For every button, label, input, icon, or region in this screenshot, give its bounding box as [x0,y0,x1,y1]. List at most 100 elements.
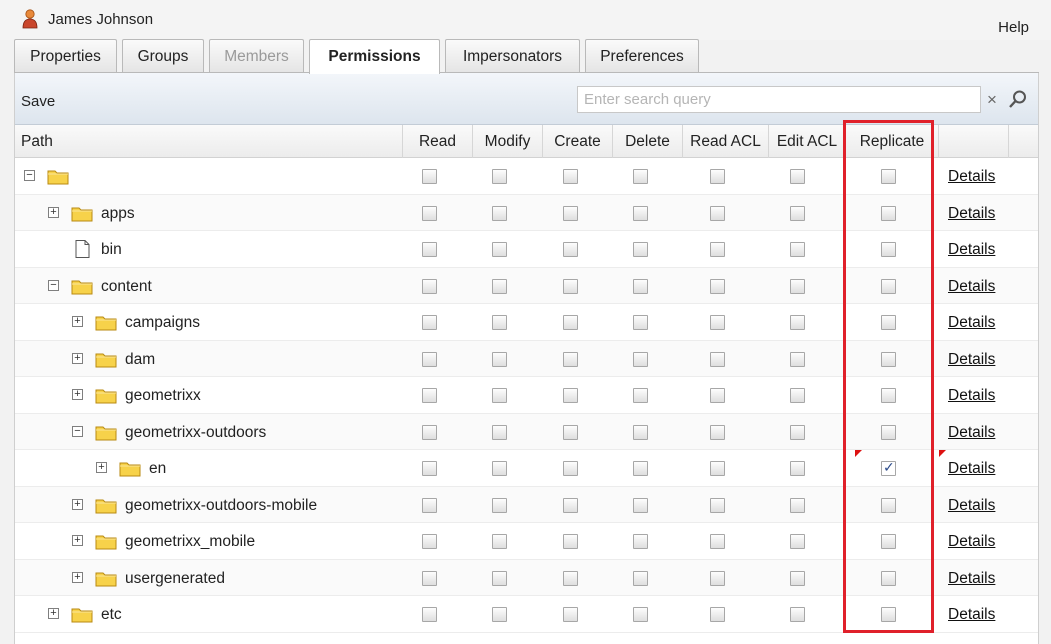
details-link[interactable]: Details [948,168,995,186]
node-label[interactable]: usergenerated [125,570,225,588]
edit-acl-checkbox[interactable] [790,424,805,440]
column-header-edit-acl[interactable]: Edit ACL [769,125,846,158]
replicate-checkbox[interactable] [881,607,896,622]
replicate-checkbox[interactable] [881,497,896,513]
create-checkbox[interactable] [563,242,578,257]
replicate-checkbox[interactable] [881,570,896,586]
node-label[interactable]: geometrixx_mobile [125,533,255,551]
node-label[interactable]: apps [101,205,135,223]
details-link[interactable]: Details [948,278,995,296]
node-label[interactable]: geometrixx-outdoors [125,424,266,442]
expand-icon[interactable]: + [72,498,83,510]
expand-icon[interactable]: + [72,535,83,546]
expand-icon[interactable]: + [48,608,59,619]
replicate-checkbox[interactable] [881,424,896,440]
details-link[interactable]: Details [948,351,995,369]
read-checkbox[interactable] [422,351,437,367]
modify-checkbox[interactable] [492,388,507,403]
column-header-read[interactable]: Read [403,125,473,158]
create-checkbox[interactable] [563,278,578,294]
tab-properties[interactable]: Properties [14,39,117,73]
collapse-icon[interactable]: − [48,279,59,291]
edit-acl-checkbox[interactable] [790,388,805,403]
create-checkbox[interactable] [563,607,578,622]
edit-acl-checkbox[interactable] [790,607,805,622]
details-link[interactable]: Details [948,387,995,405]
read-acl-checkbox[interactable] [710,534,725,549]
node-label[interactable]: bin [101,241,122,259]
replicate-checkbox[interactable] [881,169,896,184]
details-link[interactable]: Details [948,314,995,332]
search-icon[interactable] [1006,86,1030,113]
create-checkbox[interactable] [563,388,578,403]
tab-groups[interactable]: Groups [122,39,204,73]
replicate-checkbox[interactable] [881,459,896,476]
delete-checkbox[interactable] [633,315,648,330]
node-label[interactable]: content [101,278,152,296]
edit-acl-checkbox[interactable] [790,534,805,549]
column-header-modify[interactable]: Modify [473,125,543,158]
node-label[interactable]: geometrixx [125,387,201,405]
edit-acl-checkbox[interactable] [790,205,805,221]
create-checkbox[interactable] [563,315,578,330]
create-checkbox[interactable] [563,461,578,476]
read-checkbox[interactable] [422,278,437,294]
delete-checkbox[interactable] [633,388,648,403]
edit-acl-checkbox[interactable] [790,351,805,367]
replicate-checkbox[interactable] [881,278,896,294]
replicate-checkbox[interactable] [881,351,896,367]
modify-checkbox[interactable] [492,315,507,330]
delete-checkbox[interactable] [633,607,648,622]
create-checkbox[interactable] [563,351,578,367]
expand-icon[interactable]: + [72,316,83,327]
replicate-checkbox[interactable] [881,534,896,549]
delete-checkbox[interactable] [633,169,648,184]
column-header-delete[interactable]: Delete [613,125,683,158]
clear-search-icon[interactable]: × [981,86,1003,113]
read-checkbox[interactable] [422,570,437,586]
read-acl-checkbox[interactable] [710,278,725,294]
modify-checkbox[interactable] [492,205,507,221]
node-label[interactable]: campaigns [125,314,200,332]
read-acl-checkbox[interactable] [710,497,725,513]
edit-acl-checkbox[interactable] [790,278,805,294]
modify-checkbox[interactable] [492,424,507,440]
node-label[interactable]: etc [101,606,122,624]
read-checkbox[interactable] [422,534,437,549]
read-acl-checkbox[interactable] [710,351,725,367]
read-acl-checkbox[interactable] [710,169,725,184]
replicate-checkbox[interactable] [881,242,896,257]
details-link[interactable]: Details [948,241,995,259]
column-header-read-acl[interactable]: Read ACL [683,125,769,158]
modify-checkbox[interactable] [492,278,507,294]
read-acl-checkbox[interactable] [710,205,725,221]
create-checkbox[interactable] [563,424,578,440]
read-checkbox[interactable] [422,424,437,440]
tab-preferences[interactable]: Preferences [585,39,699,73]
read-checkbox[interactable] [422,315,437,330]
read-checkbox[interactable] [422,461,437,476]
read-checkbox[interactable] [422,607,437,622]
delete-checkbox[interactable] [633,351,648,367]
replicate-checkbox[interactable] [881,205,896,221]
edit-acl-checkbox[interactable] [790,497,805,513]
column-header-create[interactable]: Create [543,125,613,158]
details-link[interactable]: Details [948,533,995,551]
edit-acl-checkbox[interactable] [790,315,805,330]
replicate-checkbox[interactable] [881,388,896,403]
delete-checkbox[interactable] [633,497,648,513]
modify-checkbox[interactable] [492,169,507,184]
details-link[interactable]: Details [948,424,995,442]
read-acl-checkbox[interactable] [710,461,725,476]
delete-checkbox[interactable] [633,534,648,549]
read-acl-checkbox[interactable] [710,315,725,330]
read-acl-checkbox[interactable] [710,570,725,586]
expand-icon[interactable]: + [72,352,83,364]
create-checkbox[interactable] [563,169,578,184]
modify-checkbox[interactable] [492,461,507,476]
read-checkbox[interactable] [422,388,437,403]
tab-impersonators[interactable]: Impersonators [445,39,580,73]
details-link[interactable]: Details [948,460,995,478]
delete-checkbox[interactable] [633,242,648,257]
read-acl-checkbox[interactable] [710,424,725,440]
